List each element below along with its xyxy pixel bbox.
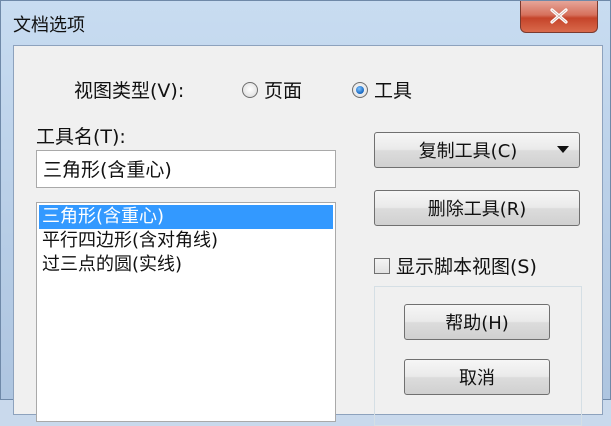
dialog-client-area: 视图类型(V): 页面 工具 工具名(T): 三角形(含重心) 三角形(含重心)…	[13, 45, 603, 426]
title-bar[interactable]: 文档选项	[1, 1, 610, 45]
tool-list[interactable]: 三角形(含重心) 平行四边形(含对角线) 过三点的圆(实线)	[36, 202, 336, 422]
radio-page-circle[interactable]	[242, 81, 258, 98]
copy-tool-label: 复制工具(C)	[418, 141, 518, 162]
copy-tool-button[interactable]: 复制工具(C)	[374, 132, 580, 168]
view-type-label: 视图类型(V):	[74, 80, 185, 102]
radio-page-label: 页面	[264, 80, 303, 102]
list-item[interactable]: 平行四边形(含对角线)	[39, 229, 333, 253]
radio-tool-label: 工具	[374, 80, 413, 102]
delete-tool-label: 删除工具(R)	[427, 199, 527, 220]
radio-page[interactable]: 页面	[242, 76, 302, 103]
radio-tool[interactable]: 工具	[352, 76, 412, 103]
show-script-view-checkbox[interactable]: 显示脚本视图(S)	[374, 252, 537, 279]
show-script-view-label: 显示脚本视图(S)	[396, 256, 537, 278]
checkbox-box[interactable]	[374, 257, 390, 274]
list-item[interactable]: 三角形(含重心)	[39, 205, 333, 229]
tool-name-input[interactable]: 三角形(含重心)	[36, 150, 336, 188]
window-title: 文档选项	[13, 15, 85, 36]
close-button[interactable]	[520, 1, 598, 33]
tool-name-label: 工具名(T):	[36, 126, 126, 148]
document-options-dialog: 文档选项 视图类型(V): 页面 工具 工具名(T): 三角形(含重心) 三角形…	[0, 0, 611, 426]
help-label: 帮助(H)	[445, 313, 509, 334]
help-button[interactable]: 帮助(H)	[404, 304, 550, 340]
close-icon	[550, 8, 568, 24]
chevron-down-icon	[557, 146, 569, 153]
delete-tool-button[interactable]: 删除工具(R)	[374, 190, 580, 226]
radio-tool-circle[interactable]	[352, 81, 368, 98]
cancel-label: 取消	[459, 368, 495, 389]
list-item[interactable]: 过三点的圆(实线)	[39, 253, 333, 277]
cancel-button[interactable]: 取消	[404, 359, 550, 395]
